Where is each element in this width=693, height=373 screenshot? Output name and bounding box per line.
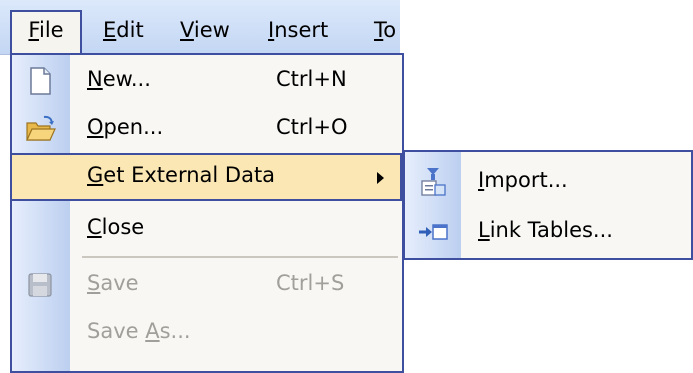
shortcut-label: Ctrl+N (276, 67, 347, 91)
label-text: ink Tables... (489, 218, 613, 242)
shortcut-label: Ctrl+O (276, 115, 348, 139)
submenu-item-import[interactable]: Import... (405, 156, 691, 206)
menu-item-open[interactable]: Open... Ctrl+O (12, 105, 402, 153)
menu-bar: File Edit View Insert To (0, 0, 400, 55)
menu-tools[interactable]: To (374, 16, 396, 44)
menu-edit[interactable]: Edit (103, 16, 144, 44)
mnemonic: L (478, 218, 490, 242)
new-document-icon (24, 65, 56, 97)
menu-item-label: Save (87, 269, 139, 297)
menu-file[interactable]: File (10, 10, 82, 55)
menu-item-label: Close (87, 213, 144, 241)
mnemonic: A (145, 319, 160, 343)
menu-file-label: ile (38, 18, 64, 42)
menu-tools-label: o (383, 18, 397, 42)
submenu-item-label: Import... (478, 166, 568, 194)
menu-edit-label: dit (116, 18, 144, 42)
menu-item-new[interactable]: New... Ctrl+N (12, 57, 402, 105)
label-text: ave (100, 271, 139, 295)
submenu-item-label: Link Tables... (478, 216, 613, 244)
submenu-item-link-tables[interactable]: Link Tables... (405, 206, 691, 256)
menu-item-label: Get External Data (87, 161, 275, 189)
menu-view[interactable]: View (180, 16, 230, 44)
open-folder-icon (24, 113, 56, 145)
menu-item-get-external-data[interactable]: Get External Data (10, 153, 402, 201)
get-external-data-submenu: Import... Link Tables... (403, 150, 693, 260)
menu-item-label: New... (87, 65, 151, 93)
mnemonic: C (87, 215, 102, 239)
menu-item-close[interactable]: Close (12, 205, 402, 253)
mnemonic: O (87, 115, 104, 139)
mnemonic: N (87, 67, 103, 91)
import-icon (417, 166, 449, 198)
link-tables-icon (417, 216, 449, 248)
menu-item-save-as: Save As... (12, 309, 402, 357)
label-text: pen... (103, 115, 164, 139)
menu-insert[interactable]: Insert (268, 16, 328, 44)
label-text: et External Data (103, 163, 276, 187)
menu-item-save: Save Ctrl+S (12, 261, 402, 309)
label-text: lose (101, 215, 145, 239)
mnemonic: G (87, 163, 104, 187)
menu-item-label: Open... (87, 113, 163, 141)
mnemonic: S (87, 271, 101, 295)
file-menu-dropdown: New... Ctrl+N Open... Ctrl+O Get Externa… (10, 53, 404, 373)
save-disk-icon (24, 269, 56, 301)
menu-separator (82, 256, 398, 258)
label-text: ew... (102, 67, 151, 91)
label-text: s... (159, 319, 191, 343)
shortcut-label: Ctrl+S (276, 271, 345, 295)
menu-view-mnemonic: V (180, 18, 194, 42)
menu-insert-label: nsert (274, 18, 329, 42)
menu-tools-mnemonic: T (374, 18, 384, 42)
label-text: mport... (484, 168, 568, 192)
menu-edit-mnemonic: E (103, 18, 117, 42)
menu-view-label: iew (193, 18, 230, 42)
menu-file-mnemonic: F (28, 18, 39, 42)
menu-item-label: Save As... (87, 317, 191, 345)
submenu-arrow-icon (377, 172, 384, 184)
label-prefix: Save (87, 319, 146, 343)
